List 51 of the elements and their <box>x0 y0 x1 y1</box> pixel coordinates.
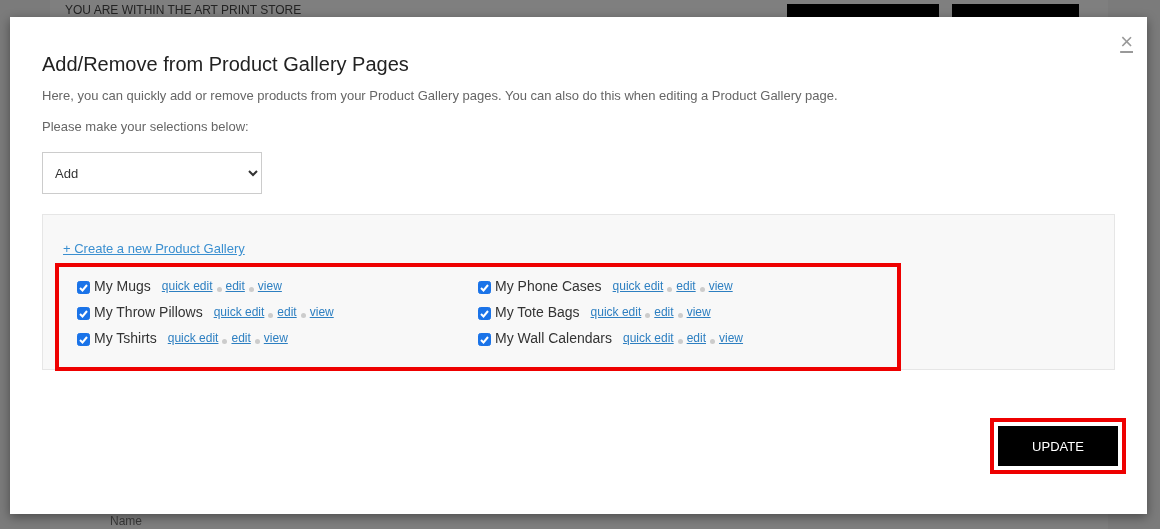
gallery-link[interactable]: view <box>708 279 733 293</box>
field-label: Name <box>110 514 142 528</box>
gallery-link[interactable]: edit <box>277 305 297 319</box>
checkbox[interactable] <box>478 333 491 346</box>
checkbox[interactable] <box>478 281 491 294</box>
close-button[interactable]: × <box>1120 31 1133 53</box>
gallery-link[interactable]: edit <box>225 279 245 293</box>
separator-dot-icon <box>248 286 254 292</box>
gallery-link[interactable]: view <box>257 279 282 293</box>
separator-dot-icon <box>300 312 306 318</box>
separator-dot-icon <box>216 286 222 292</box>
gallery-link[interactable]: view <box>309 305 334 319</box>
separator-dot-icon <box>222 338 228 344</box>
gallery-link[interactable]: edit <box>654 305 674 319</box>
gallery-name: My Wall Calendars <box>495 330 612 346</box>
description-text: Here, you can quickly add or remove products from your Product Gallery pages. You can also do this when editing a Product Gallery page. <box>42 88 839 103</box>
create-gallery-link[interactable]: + Create a new Product Gallery <box>63 241 245 256</box>
prompt-text: Please make your selections below: <box>42 119 250 134</box>
gallery-link[interactable]: edit <box>231 331 251 345</box>
separator-dot-icon <box>710 338 716 344</box>
gallery-link[interactable]: quick edit <box>612 279 664 293</box>
gallery-link[interactable]: quick edit <box>213 305 265 319</box>
gallery-link[interactable]: quick edit <box>161 279 213 293</box>
checkbox[interactable] <box>77 281 90 294</box>
dialog-title: Add/Remove from Product Gallery Pages <box>42 53 410 76</box>
checkbox[interactable] <box>77 333 90 346</box>
separator-dot-icon <box>645 312 651 318</box>
gallery-link[interactable]: quick edit <box>167 331 219 345</box>
store-notice: YOU ARE WITHIN THE ART PRINT STORE <box>65 3 302 17</box>
update-button[interactable]: UPDATE <box>998 426 1118 466</box>
separator-dot-icon <box>699 286 705 292</box>
gallery-link[interactable]: edit <box>686 331 707 345</box>
gallery-name: My Mugs <box>94 278 151 294</box>
gallery-name: My Throw Pillows <box>94 304 203 320</box>
separator-dot-icon <box>254 338 260 344</box>
gallery-link[interactable]: quick edit <box>590 305 642 319</box>
gallery-name: My Phone Cases <box>495 278 602 294</box>
separator-dot-icon <box>667 286 673 292</box>
gallery-link[interactable]: quick edit <box>622 331 674 345</box>
checkbox[interactable] <box>77 307 90 320</box>
gallery-link[interactable]: view <box>686 305 711 319</box>
gallery-link[interactable]: view <box>263 331 288 345</box>
separator-dot-icon <box>677 338 683 344</box>
checkbox[interactable] <box>478 307 491 320</box>
action-select[interactable]: Add <box>42 152 262 194</box>
gallery-name: My Tote Bags <box>495 304 580 320</box>
gallery-link[interactable]: edit <box>676 279 696 293</box>
separator-dot-icon <box>268 312 274 318</box>
gallery-link[interactable]: view <box>719 331 744 345</box>
separator-dot-icon <box>677 312 683 318</box>
gallery-name: My Tshirts <box>94 330 157 346</box>
